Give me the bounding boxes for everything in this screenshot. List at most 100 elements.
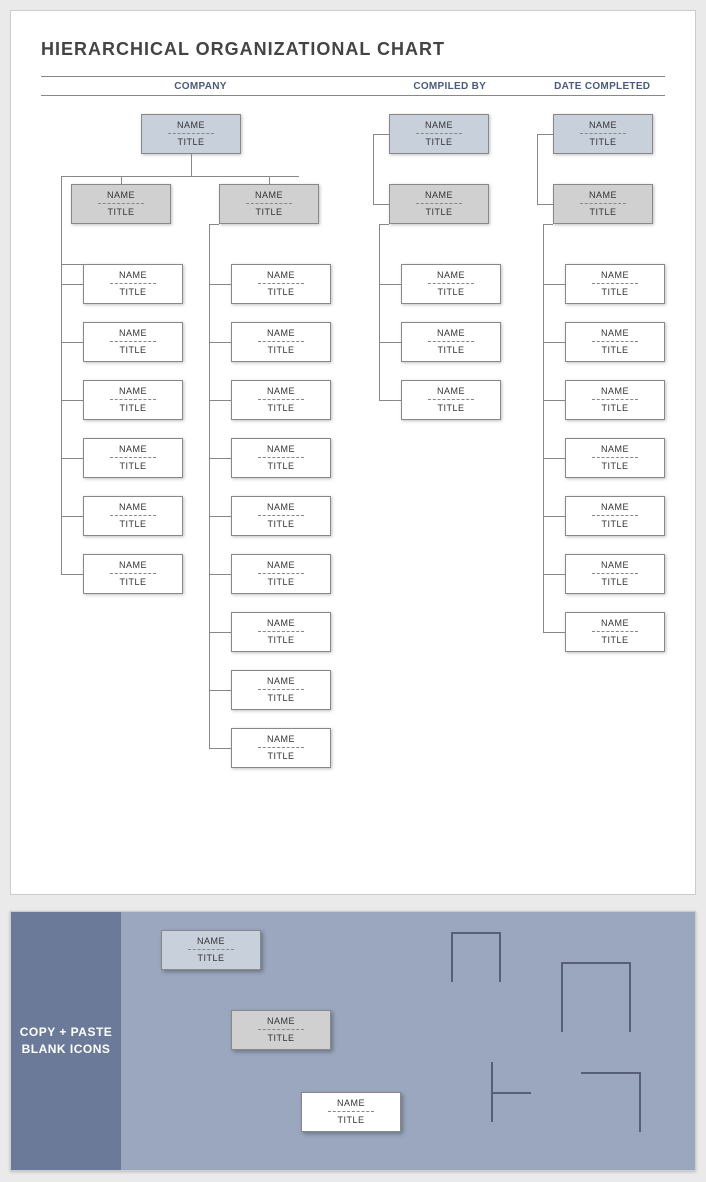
node-name: NAME xyxy=(589,120,617,130)
org-node-leaf[interactable]: NAMETITLE xyxy=(231,670,331,710)
connector xyxy=(537,204,553,205)
connector xyxy=(209,224,210,748)
org-node-root-3[interactable]: NAMETITLE xyxy=(553,114,653,154)
org-node-head-1a[interactable]: NAME TITLE xyxy=(71,184,171,224)
org-node-leaf[interactable]: NAME TITLE xyxy=(565,496,665,536)
connector xyxy=(543,574,565,575)
node-title: TITLE xyxy=(267,1033,294,1043)
header-company: COMPANY xyxy=(41,81,360,92)
org-chart-page: HIERARCHICAL ORGANIZATIONAL CHART COMPAN… xyxy=(10,10,696,895)
node-title: TITLE xyxy=(601,577,628,587)
node-name: NAME xyxy=(119,502,147,512)
node-divider xyxy=(110,573,156,574)
org-node-leaf[interactable]: NAMETITLE xyxy=(83,380,183,420)
org-node-leaf[interactable]: NAMETITLE xyxy=(231,554,331,594)
node-title: TITLE xyxy=(267,693,294,703)
connector xyxy=(379,224,380,400)
connector xyxy=(209,516,231,517)
node-name: NAME xyxy=(601,502,629,512)
org-node-root-2[interactable]: NAME TITLE xyxy=(389,114,489,154)
node-title: TITLE xyxy=(177,137,204,147)
node-title: TITLE xyxy=(267,461,294,471)
org-node-leaf[interactable]: NAMETITLE xyxy=(565,612,665,652)
org-node-leaf[interactable]: NAMETITLE xyxy=(565,438,665,478)
node-divider xyxy=(428,341,474,342)
node-divider xyxy=(258,399,304,400)
org-node-head-1b[interactable]: NAME TITLE xyxy=(219,184,319,224)
org-node-root-1[interactable]: NAME TITLE xyxy=(141,114,241,154)
node-divider xyxy=(328,1111,374,1112)
org-node-head-2[interactable]: NAMETITLE xyxy=(389,184,489,224)
org-node-leaf[interactable]: NAMETITLE xyxy=(565,554,665,594)
connector xyxy=(373,134,374,204)
connector xyxy=(543,224,553,225)
node-divider xyxy=(110,515,156,516)
connector xyxy=(61,176,299,177)
connector xyxy=(543,224,544,632)
connector xyxy=(61,176,62,264)
org-node-leaf[interactable]: NAMETITLE xyxy=(231,728,331,768)
header-date: DATE COMPLETED xyxy=(539,81,665,92)
connector xyxy=(61,400,83,401)
node-divider xyxy=(258,573,304,574)
org-node-leaf[interactable]: NAMETITLE xyxy=(231,322,331,362)
node-title: TITLE xyxy=(601,403,628,413)
sample-node-mid[interactable]: NAME TITLE xyxy=(231,1010,331,1050)
org-node-leaf[interactable]: NAME TITLE xyxy=(565,322,665,362)
org-node-leaf[interactable]: NAMETITLE xyxy=(231,264,331,304)
node-title: TITLE xyxy=(601,345,628,355)
connector xyxy=(373,134,389,135)
org-node-leaf[interactable]: NAMETITLE xyxy=(401,322,501,362)
node-title: TITLE xyxy=(119,577,146,587)
node-name: NAME xyxy=(267,270,295,280)
node-name: NAME xyxy=(267,1016,295,1026)
org-node-leaf[interactable]: NAME TITLE xyxy=(565,380,665,420)
connector xyxy=(209,342,231,343)
node-name: NAME xyxy=(255,190,283,200)
node-divider xyxy=(258,747,304,748)
node-name: NAME xyxy=(601,386,629,396)
node-name: NAME xyxy=(601,328,629,338)
org-node-leaf[interactable]: NAMETITLE xyxy=(231,380,331,420)
node-name: NAME xyxy=(267,444,295,454)
node-name: NAME xyxy=(425,190,453,200)
node-title: TITLE xyxy=(425,137,452,147)
connector xyxy=(209,224,219,225)
node-name: NAME xyxy=(425,120,453,130)
node-title: TITLE xyxy=(267,577,294,587)
org-node-leaf[interactable]: NAMETITLE xyxy=(401,380,501,420)
node-divider xyxy=(98,203,144,204)
org-node-head-3[interactable]: NAMETITLE xyxy=(553,184,653,224)
panel-label: COPY + PASTE BLANK ICONS xyxy=(11,912,121,1170)
sample-connector xyxy=(561,962,563,1032)
node-title: TITLE xyxy=(601,287,628,297)
sample-node-top[interactable]: NAMETITLE xyxy=(161,930,261,970)
panel-body: NAMETITLE NAMETITLE NAMETITLE xyxy=(121,912,695,1170)
org-node-leaf[interactable]: NAMETITLE xyxy=(565,264,665,304)
node-name: NAME xyxy=(437,386,465,396)
connector xyxy=(543,284,565,285)
org-node-leaf[interactable]: NAMETITLE xyxy=(231,612,331,652)
org-node-leaf[interactable]: NAMETITLE xyxy=(83,438,183,478)
org-node-leaf[interactable]: NAMETITLE xyxy=(83,322,183,362)
node-divider xyxy=(246,203,292,204)
node-divider xyxy=(592,457,638,458)
org-node-leaf[interactable]: NAMETITLE xyxy=(83,264,183,304)
sample-connector xyxy=(499,932,501,982)
connector xyxy=(61,264,62,574)
sample-node-leaf[interactable]: NAMETITLE xyxy=(301,1092,401,1132)
node-name: NAME xyxy=(119,270,147,280)
org-node-leaf[interactable]: NAMETITLE xyxy=(401,264,501,304)
node-name: NAME xyxy=(267,386,295,396)
org-node-leaf[interactable]: NAME TITLE xyxy=(83,554,183,594)
org-node-leaf[interactable]: NAMETITLE xyxy=(231,496,331,536)
node-name: NAME xyxy=(119,560,147,570)
org-node-leaf[interactable]: NAME TITLE xyxy=(231,438,331,478)
node-name: NAME xyxy=(437,328,465,338)
node-title: TITLE xyxy=(337,1115,364,1125)
org-chart-canvas: NAME TITLE NAME TITLE NAME TITLE xyxy=(41,114,667,854)
node-name: NAME xyxy=(197,936,225,946)
connector xyxy=(121,176,122,184)
node-title: TITLE xyxy=(601,519,628,529)
org-node-leaf[interactable]: NAMETITLE xyxy=(83,496,183,536)
